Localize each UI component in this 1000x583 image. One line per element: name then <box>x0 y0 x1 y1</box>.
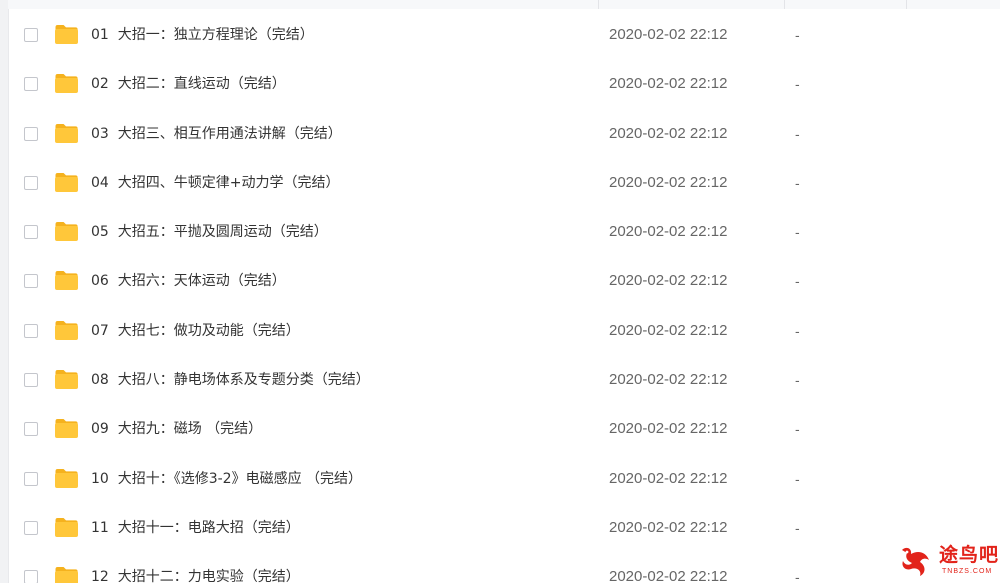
file-size: - <box>795 27 800 43</box>
file-size: - <box>795 470 800 487</box>
file-name[interactable]: 12 大招十二：力电实验（完结） <box>91 567 300 583</box>
file-size: - <box>795 76 800 93</box>
modified-time: 2020-02-02 22:12 <box>609 75 728 93</box>
row-checkbox[interactable] <box>24 570 38 583</box>
folder-icon <box>54 418 79 439</box>
row-checkbox[interactable] <box>24 126 38 141</box>
row-checkbox[interactable] <box>24 471 38 486</box>
file-name[interactable]: 05 大招五：平抛及圆周运动（完结） <box>91 222 328 242</box>
file-name[interactable]: 09 大招九：磁场 （完结） <box>91 419 262 439</box>
file-browser: 01 大招一：独立方程理论（完结） 2020-02-02 22:12 - 02 … <box>0 0 1000 583</box>
folder-icon <box>54 24 79 45</box>
modified-time: 2020-02-02 22:12 <box>609 26 728 43</box>
file-size: - <box>795 125 800 142</box>
file-row[interactable]: 10 大招十：《选修3-2》电磁感应 （完结） 2020-02-02 22:12… <box>0 455 1000 504</box>
modified-time: 2020-02-02 22:12 <box>609 272 728 290</box>
row-checkbox[interactable] <box>24 323 38 338</box>
folder-icon <box>54 221 79 242</box>
column-header-strip <box>8 0 1000 9</box>
row-checkbox[interactable] <box>24 520 38 535</box>
folder-icon <box>54 517 79 538</box>
row-checkbox[interactable] <box>24 422 38 437</box>
folder-icon <box>54 369 79 390</box>
file-size: - <box>795 569 800 583</box>
folder-icon <box>54 320 79 341</box>
modified-time: 2020-02-02 22:12 <box>609 469 728 487</box>
modified-time: 2020-02-02 22:12 <box>609 371 728 389</box>
file-list: 01 大招一：独立方程理论（完结） 2020-02-02 22:12 - 02 … <box>0 11 1000 583</box>
row-checkbox[interactable] <box>24 175 38 190</box>
file-size: - <box>795 224 800 241</box>
file-name[interactable]: 02 大招二：直线运动（完结） <box>91 74 286 94</box>
file-size: - <box>795 273 800 290</box>
file-name[interactable]: 04 大招四、牛顿定律+动力学（完结） <box>91 173 339 193</box>
watermark-subtitle: TNBZS.COM <box>942 568 993 575</box>
file-name[interactable]: 08 大招八：静电场体系及专题分类（完结） <box>91 370 370 390</box>
row-checkbox[interactable] <box>24 225 38 240</box>
file-row[interactable]: 08 大招八：静电场体系及专题分类（完结） 2020-02-02 22:12 - <box>0 356 1000 405</box>
file-name[interactable]: 10 大招十：《选修3-2》电磁感应 （完结） <box>91 469 362 489</box>
modified-time: 2020-02-02 22:12 <box>609 173 728 191</box>
folder-icon <box>54 270 79 291</box>
file-row[interactable]: 04 大招四、牛顿定律+动力学（完结） 2020-02-02 22:12 - <box>0 159 1000 208</box>
watermark-title: 途鸟吧 <box>939 544 1000 566</box>
file-name[interactable]: 06 大招六：天体运动（完结） <box>91 271 286 291</box>
file-row[interactable]: 07 大招七：做功及动能（完结） 2020-02-02 22:12 - <box>0 307 1000 356</box>
folder-icon <box>54 566 79 583</box>
file-row[interactable]: 01 大招一：独立方程理论（完结） 2020-02-02 22:12 - <box>0 11 1000 60</box>
modified-time: 2020-02-02 22:12 <box>609 568 728 583</box>
modified-time: 2020-02-02 22:12 <box>609 124 728 142</box>
row-checkbox[interactable] <box>24 77 38 92</box>
file-row[interactable]: 02 大招二：直线运动（完结） 2020-02-02 22:12 - <box>0 60 1000 109</box>
file-name[interactable]: 07 大招七：做功及动能（完结） <box>91 321 300 341</box>
file-name[interactable]: 03 大招三、相互作用通法讲解（完结） <box>91 124 342 144</box>
folder-icon <box>54 123 79 144</box>
file-size: - <box>795 421 800 438</box>
folder-icon <box>54 172 79 193</box>
file-name[interactable]: 11 大招十一：电路大招（完结） <box>91 518 300 538</box>
file-row[interactable]: 12 大招十二：力电实验（完结） 2020-02-02 22:12 - <box>0 553 1000 583</box>
file-size: - <box>795 174 800 191</box>
file-size: - <box>795 519 800 536</box>
file-row[interactable]: 11 大招十一：电路大招（完结） 2020-02-02 22:12 - <box>0 504 1000 553</box>
modified-time: 2020-02-02 22:12 <box>609 518 728 536</box>
file-size: - <box>795 322 800 339</box>
file-row[interactable]: 06 大招六：天体运动（完结） 2020-02-02 22:12 - <box>0 257 1000 306</box>
modified-time: 2020-02-02 22:12 <box>609 223 728 241</box>
row-checkbox[interactable] <box>24 274 38 289</box>
column-header-separator[interactable] <box>906 0 907 9</box>
row-checkbox[interactable] <box>24 373 38 388</box>
column-header-separator[interactable] <box>784 0 785 9</box>
file-row[interactable]: 05 大招五：平抛及圆周运动（完结） 2020-02-02 22:12 - <box>0 208 1000 257</box>
column-header-separator[interactable] <box>598 0 599 9</box>
folder-icon <box>54 73 79 94</box>
file-name[interactable]: 01 大招一：独立方程理论（完结） <box>91 25 314 45</box>
site-watermark: 途鸟吧 TNBZS.COM <box>896 540 1000 580</box>
modified-time: 2020-02-02 22:12 <box>609 420 728 438</box>
file-size: - <box>795 372 800 389</box>
row-checkbox[interactable] <box>24 28 38 42</box>
modified-time: 2020-02-02 22:12 <box>609 321 728 339</box>
bird-logo-icon <box>902 547 929 576</box>
folder-icon <box>54 468 79 489</box>
file-row[interactable]: 03 大招三、相互作用通法讲解（完结） 2020-02-02 22:12 - <box>0 110 1000 159</box>
file-row[interactable]: 09 大招九：磁场 （完结） 2020-02-02 22:12 - <box>0 405 1000 454</box>
